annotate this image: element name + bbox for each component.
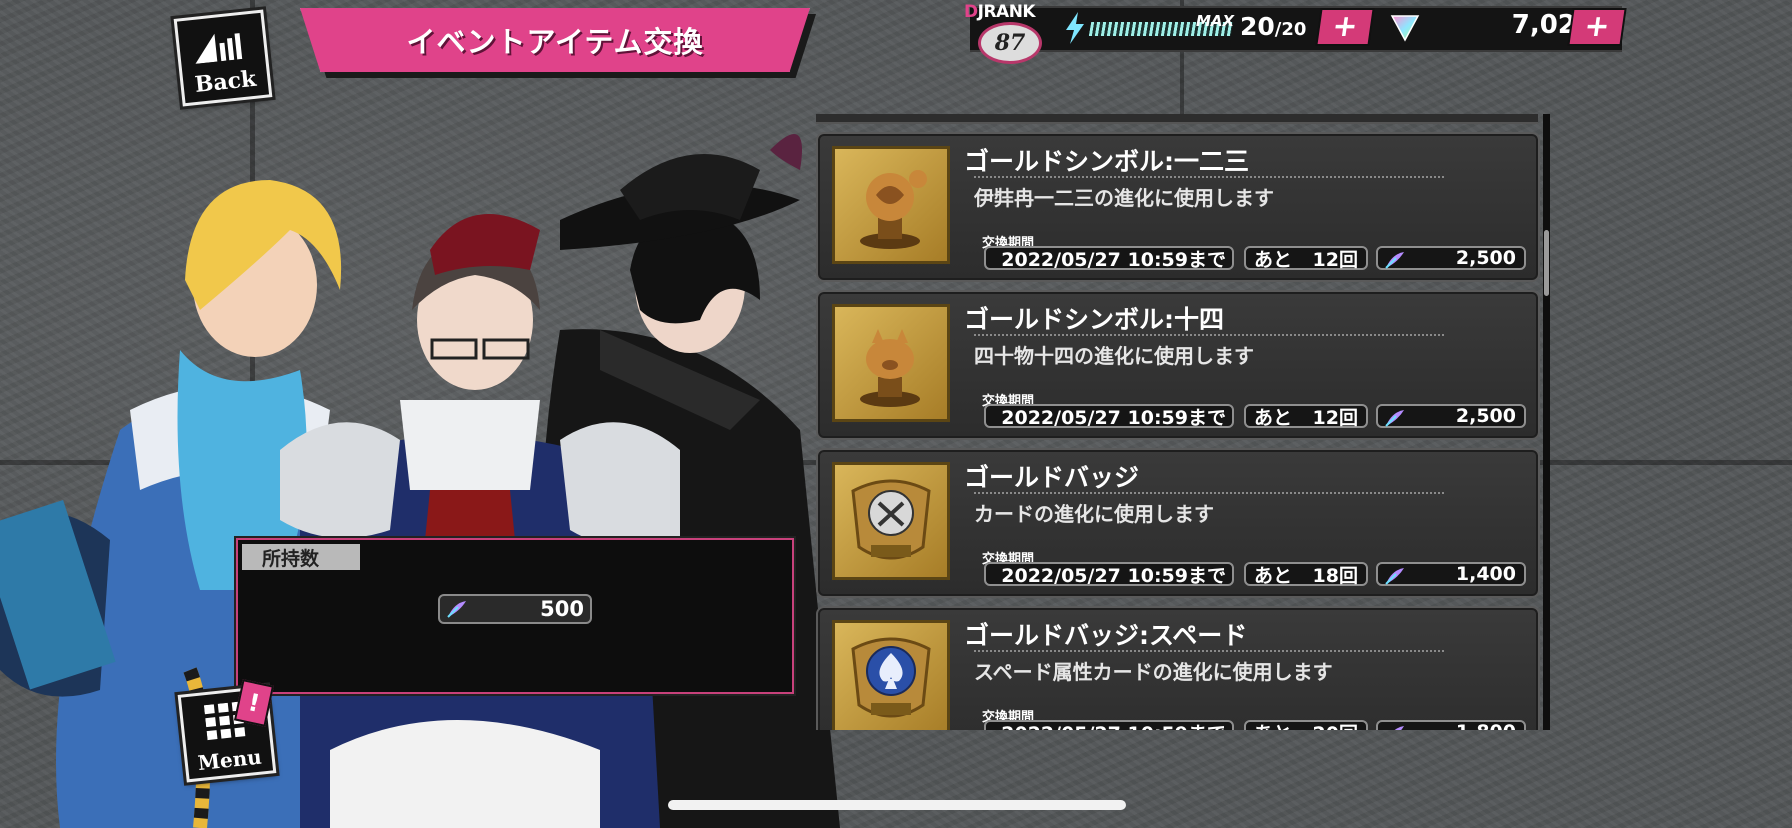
energy-max-label: MAX — [1196, 12, 1235, 30]
item-name: ゴールドバッジ — [964, 463, 1140, 492]
item-cost: 1,800 — [1376, 720, 1526, 730]
character-illustration — [0, 70, 840, 828]
item-description: 四十物十四の進化に使用します — [974, 344, 1254, 368]
add-energy-button[interactable]: + — [1317, 9, 1373, 44]
item-period: 2022/05/27 10:59まで — [984, 246, 1234, 271]
red-hat-character — [280, 214, 680, 828]
item-cost-value: 1,800 — [1456, 721, 1516, 730]
item-divider — [974, 650, 1444, 652]
item-period-value: 2022/05/27 10:59まで — [1001, 719, 1226, 731]
item-period: 2022/05/27 10:59まで — [984, 562, 1234, 587]
item-divider — [974, 176, 1444, 178]
alert-glyph: ! — [245, 688, 263, 718]
gold-badge-icon — [832, 462, 950, 580]
owned-value: 500 — [540, 597, 584, 621]
feather-icon — [447, 601, 466, 618]
item-card[interactable]: ゴールドバッジ カードの進化に使用します 交換期間 2022/05/27 10:… — [816, 448, 1540, 598]
item-description: 伊弉冉一二三の進化に使用します — [974, 186, 1274, 210]
dj-rank-text: JRANK — [977, 2, 1036, 22]
gold-rose-trophy-icon — [832, 146, 950, 264]
item-remaining: あと 12回 — [1244, 404, 1368, 429]
owned-panel: 所持数 500 — [236, 538, 794, 694]
item-list[interactable]: ゴールドシンボル:一二三 伊弉冉一二三の進化に使用します 交換期間 2022/0… — [814, 114, 1540, 730]
item-cost: 2,500 — [1376, 404, 1526, 428]
title-banner: イベントアイテム交換 — [300, 8, 810, 72]
energy-total: /20 — [1274, 19, 1307, 40]
feather-icon — [1385, 252, 1404, 269]
menu-label: Menu — [196, 744, 263, 776]
dj-rank-prefix: D — [964, 2, 978, 22]
back-button[interactable]: Back — [173, 9, 273, 107]
item-remaining-label: あと — [1254, 564, 1293, 587]
spade-badge-icon — [832, 620, 950, 730]
item-card[interactable]: ゴールドシンボル:一二三 伊弉冉一二三の進化に使用します 交換期間 2022/0… — [816, 132, 1540, 282]
gold-pig-trophy-icon — [832, 304, 950, 422]
owned-amount: 500 — [438, 594, 592, 624]
home-indicator[interactable] — [668, 800, 1126, 810]
item-cost-value: 2,500 — [1455, 247, 1516, 269]
add-gems-button[interactable]: + — [1569, 9, 1625, 44]
item-divider — [974, 492, 1444, 494]
item-cost: 1,400 — [1376, 562, 1526, 586]
page-title: イベントアイテム交換 — [406, 25, 704, 59]
owned-label: 所持数 — [242, 544, 360, 570]
energy-value: 20/20 — [1240, 12, 1306, 41]
item-divider — [974, 334, 1444, 336]
plus-icon: + — [1330, 9, 1361, 44]
item-card[interactable]: ゴールドバッジ:スペード スペード属性カードの進化に使用します 交換期間 202… — [816, 606, 1540, 730]
item-name: ゴールドシンボル:一二三 — [964, 147, 1249, 176]
item-name: ゴールドバッジ:スペード — [964, 621, 1248, 650]
item-remaining: あと 18回 — [1244, 562, 1368, 587]
item-remaining-count: 20回 — [1313, 719, 1366, 731]
item-cost-value: 1,400 — [1455, 563, 1516, 585]
item-period: 2022/05/27 10:59まで — [984, 404, 1234, 429]
item-period-value: 2022/05/27 10:59まで — [1001, 564, 1226, 587]
item-name: ゴールドシンボル:十四 — [964, 305, 1224, 334]
item-period-value: 2022/05/27 10:59まで — [1001, 248, 1226, 271]
item-remaining: あと 12回 — [1244, 246, 1368, 271]
item-remaining-count: 18回 — [1312, 564, 1358, 587]
item-description: スペード属性カードの進化に使用します — [974, 660, 1333, 684]
back-label: Back — [193, 65, 258, 99]
gem-icon — [1390, 15, 1420, 42]
item-remaining-label: あと — [1254, 719, 1292, 731]
item-remaining-label: あと — [1254, 406, 1293, 429]
item-remaining: あと 20回 — [1244, 720, 1368, 730]
lightning-icon — [1066, 12, 1084, 44]
item-card[interactable]: ゴールドシンボル:十四 四十物十四の進化に使用します 交換期間 2022/05/… — [816, 290, 1540, 440]
feather-icon — [1385, 568, 1404, 585]
item-remaining-count: 12回 — [1312, 406, 1358, 429]
item-cost-value: 2,500 — [1455, 405, 1516, 427]
item-period: 2022/05/27 10:59まで — [984, 720, 1234, 730]
gem-count: 7,020 — [1511, 10, 1594, 40]
dj-rank-label: DJRANK — [964, 2, 1036, 22]
item-remaining-label: あと — [1254, 248, 1293, 271]
dj-rank-badge: 87 — [978, 22, 1042, 64]
item-cost: 2,500 — [1376, 246, 1526, 270]
scrollbar-thumb[interactable] — [1544, 230, 1549, 296]
feather-icon — [1385, 410, 1404, 427]
plus-icon: + — [1582, 9, 1613, 44]
energy-current: 20 — [1240, 12, 1275, 41]
back-arrow-icon — [195, 33, 243, 64]
item-description: カードの進化に使用します — [974, 502, 1214, 526]
scrollbar[interactable] — [1543, 114, 1550, 730]
dj-rank-value: 87 — [994, 30, 1026, 56]
item-period-value: 2022/05/27 10:59まで — [1001, 406, 1226, 429]
feather-icon — [1394, 726, 1404, 730]
item-remaining-count: 12回 — [1312, 248, 1358, 271]
